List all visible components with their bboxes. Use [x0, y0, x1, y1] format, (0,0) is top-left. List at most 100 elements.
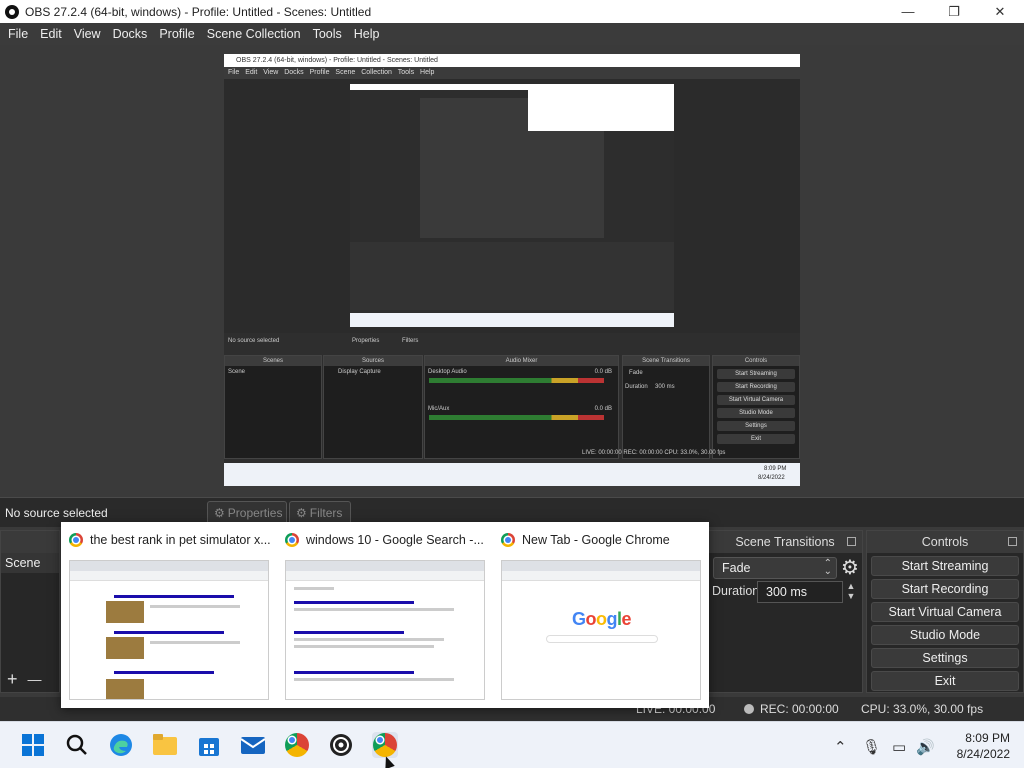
store-icon[interactable]: [196, 732, 222, 758]
transitions-dock-header: Scene Transitions: [708, 531, 862, 553]
search-icon[interactable]: [64, 732, 90, 758]
google-logo: Google: [572, 609, 632, 629]
speaker-icon[interactable]: 🔊: [916, 738, 935, 756]
thumbnail-title: windows 10 - Google Search -...: [285, 533, 484, 547]
start-recording-button[interactable]: Start Recording: [871, 579, 1019, 599]
preview-ctrl-5: Settings: [717, 421, 795, 431]
duration-spinner[interactable]: ▲ ▼: [844, 581, 858, 603]
network-icon[interactable]: ▭: [892, 738, 906, 756]
clock-date: 8/24/2022: [956, 747, 1010, 761]
preview-desktop-audio: Desktop Audio: [428, 369, 467, 375]
nested-context-menu: [528, 84, 674, 131]
scene-transitions-dock: Scene Transitions Fade ⌃ ⌄ ⚙ Duration 300…: [707, 530, 863, 693]
mail-icon[interactable]: [240, 732, 266, 758]
thumbnail-preview: [69, 560, 269, 700]
preview-nested-window: [350, 84, 674, 327]
undock-icon[interactable]: [847, 537, 856, 546]
thumbnail-title: New Tab - Google Chrome: [501, 533, 670, 547]
preview-scenes-head: Scenes: [225, 356, 321, 366]
scenes-dock-header: [1, 531, 59, 553]
rec-label: REC: 00:00:00: [760, 702, 839, 716]
preview-ctrl-1: Start Streaming: [717, 369, 795, 379]
preview-duration-value: 300 ms: [655, 384, 675, 390]
scene-list-item[interactable]: Scene: [1, 553, 59, 573]
taskbar-clock[interactable]: 8:09 PM 8/24/2022: [946, 730, 1010, 762]
preview-scenes-dock: Scenes Scene: [224, 355, 322, 459]
preview-sources-dock: Sources Display Capture: [323, 355, 423, 459]
thumbnail-title-text: New Tab - Google Chrome: [522, 533, 670, 547]
start-streaming-button[interactable]: Start Streaming: [871, 556, 1019, 576]
preview-mixer-dock: Audio Mixer Desktop Audio 0.0 dB Mic/Aux…: [424, 355, 619, 459]
preview-db-2: 0.0 dB: [594, 406, 612, 412]
close-button[interactable]: ✕: [977, 0, 1023, 23]
preview-nested-menu: File Edit View Docks Profile Scene Colle…: [224, 67, 800, 79]
maximize-button[interactable]: ❐: [931, 0, 977, 23]
thumbnail-title: the best rank in pet simulator x...: [69, 533, 271, 547]
preview-clock-time: 8:09 PM: [764, 466, 787, 472]
menu-scene-collection[interactable]: Scene Collection: [201, 27, 307, 41]
menu-file[interactable]: File: [2, 27, 34, 41]
preview-transitions-head: Scene Transitions: [623, 356, 709, 366]
duration-input[interactable]: 300 ms: [757, 581, 843, 603]
menu-profile[interactable]: Profile: [153, 27, 200, 41]
chrome-icon[interactable]: [284, 732, 310, 758]
thumbnail-title-text: the best rank in pet simulator x...: [90, 533, 271, 547]
preview-docks: No source selected Properties Filters Sc…: [224, 333, 800, 463]
preview-taskbar: 8:09 PM 8/24/2022: [224, 463, 800, 486]
thumbnail-preview: Google: [501, 560, 701, 700]
remove-scene-button[interactable]: —: [28, 671, 42, 687]
clock-time: 8:09 PM: [965, 731, 1010, 745]
settings-button[interactable]: Settings: [871, 648, 1019, 668]
preview-filters: Filters: [402, 338, 419, 344]
chrome-icon: [501, 533, 515, 547]
chrome-thumbnail-3[interactable]: New Tab - Google Chrome Google: [493, 522, 709, 708]
menu-help[interactable]: Help: [348, 27, 386, 41]
menu-edit[interactable]: Edit: [34, 27, 68, 41]
chrome-icon: [69, 533, 83, 547]
preview-nested-title: OBS 27.2.4 (64-bit, windows) - Profile: …: [224, 54, 800, 67]
microphone-icon[interactable]: 🎙: [862, 738, 881, 756]
chevron-up-icon[interactable]: ⌃: [834, 738, 847, 756]
controls-title: Controls: [921, 535, 969, 549]
preview-source-item: Display Capture: [338, 369, 381, 375]
transition-select[interactable]: Fade ⌃ ⌄: [713, 557, 837, 579]
chrome-thumbnail-2[interactable]: windows 10 - Google Search -...: [277, 522, 493, 708]
start-virtual-camera-button[interactable]: Start Virtual Camera: [871, 602, 1019, 622]
preview-status: LIVE: 00:00:00 REC: 00:00:00 CPU: 33.0%,…: [582, 450, 726, 456]
transitions-title: Scene Transitions: [735, 535, 835, 549]
preview-canvas[interactable]: OBS 27.2.4 (64-bit, windows) - Profile: …: [224, 54, 800, 486]
preview-ctrl-4: Studio Mode: [717, 408, 795, 418]
chrome-thumbnail-1[interactable]: the best rank in pet simulator x...: [61, 522, 277, 708]
edge-icon[interactable]: [108, 732, 134, 758]
controls-dock-header: Controls: [867, 531, 1023, 553]
preview-fade: Fade: [629, 370, 643, 376]
preview-db-1: 0.0 dB: [594, 369, 612, 375]
exit-button[interactable]: Exit: [871, 671, 1019, 691]
menu-docks[interactable]: Docks: [107, 27, 154, 41]
preview-meter-1: [429, 378, 604, 383]
chrome-icon[interactable]: [372, 732, 398, 758]
obs-logo-icon: [5, 4, 19, 19]
preview-controls-dock: Controls Start Streaming Start Recording…: [712, 355, 800, 459]
file-explorer-icon[interactable]: [152, 732, 178, 758]
preview-mic-aux: Mic/Aux: [428, 406, 450, 412]
studio-mode-button[interactable]: Studio Mode: [871, 625, 1019, 645]
menu-tools[interactable]: Tools: [307, 27, 348, 41]
undock-icon[interactable]: [1008, 537, 1017, 546]
preview-meter-2: [429, 415, 604, 420]
minimize-button[interactable]: —: [885, 0, 931, 23]
transition-gear-icon[interactable]: ⚙: [839, 557, 861, 579]
obs-icon[interactable]: [328, 732, 354, 758]
menu-view[interactable]: View: [68, 27, 107, 41]
add-scene-button[interactable]: +: [7, 669, 18, 690]
record-dot-icon: [744, 704, 754, 714]
nested-taskbar: [350, 313, 674, 327]
preview-properties: Properties: [352, 338, 380, 344]
chrome-thumbnail-popup: the best rank in pet simulator x... wind…: [61, 522, 709, 708]
scenes-dock: Scene + —: [0, 530, 60, 693]
start-icon[interactable]: [20, 732, 46, 758]
gear-icon: ⚙: [214, 506, 225, 520]
menu-bar: File Edit View Docks Profile Scene Colle…: [0, 23, 1024, 45]
preview-sources-head: Sources: [324, 356, 422, 366]
taskbar: ⌃ 🎙 ▭ 🔊 8:09 PM 8/24/2022: [0, 721, 1024, 768]
